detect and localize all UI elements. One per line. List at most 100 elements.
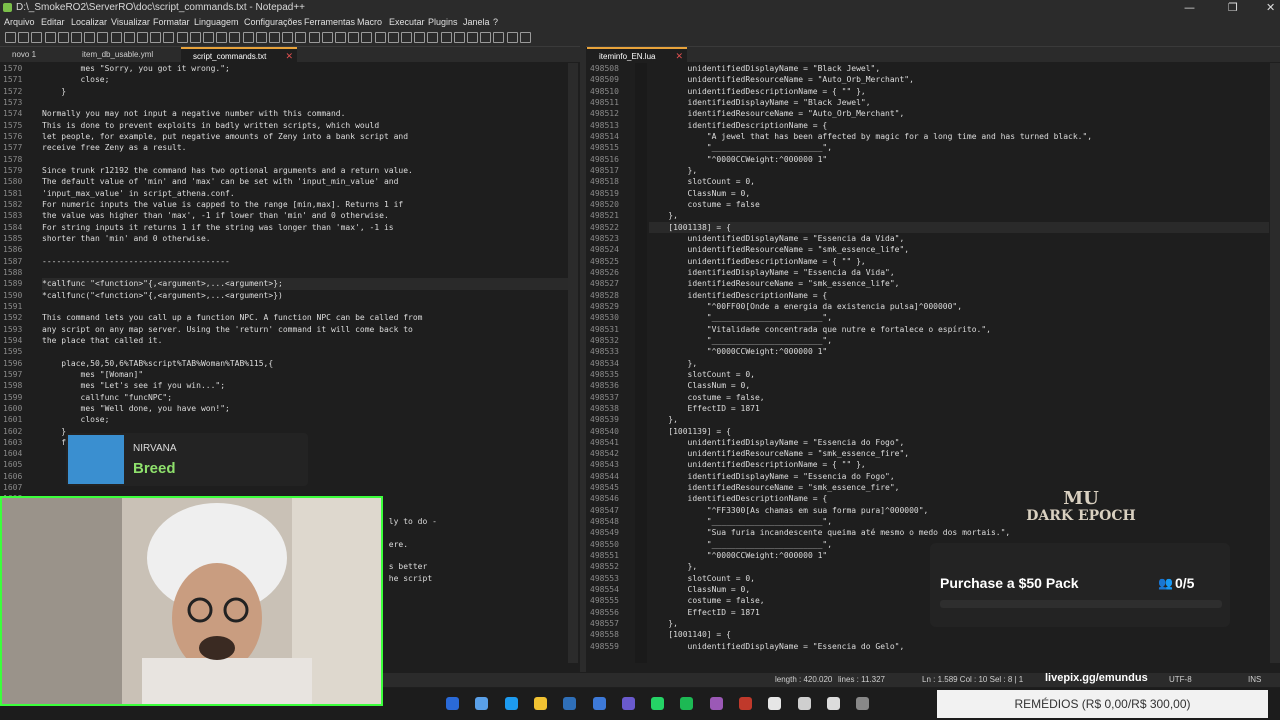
toolbar-button-icon[interactable] [163,32,175,43]
toolbar-button-icon[interactable] [203,32,214,43]
toolbar-button-icon[interactable] [519,32,531,43]
line-number: 498521 [590,211,619,221]
menu-item-3[interactable]: Visualizar [111,17,150,27]
menu-item-6[interactable]: Configurações [244,17,302,27]
line-number: 498550 [590,539,619,549]
tab-item-db-usable[interactable]: item_db_usable.yml [70,47,180,62]
menu-item-2[interactable]: Localizar [71,17,107,27]
taskbar-app-icon[interactable] [446,697,459,710]
toolbar-button-icon[interactable] [321,32,333,43]
code-line: 'input_max_value' in script_athena.conf. [42,188,235,198]
taskbar-app-icon[interactable] [651,697,665,710]
taskbar-app-icon[interactable] [826,697,840,710]
taskbar-app-icon[interactable] [856,697,870,710]
toolbar-button-icon[interactable] [269,32,280,43]
line-number: 1593 [3,324,23,334]
toolbar-button-icon[interactable] [308,32,320,43]
menu-item-9[interactable]: Executar [389,17,425,27]
taskbar-app-icon[interactable] [768,697,782,710]
menu-item-8[interactable]: Macro [357,17,382,27]
toolbar-button-icon[interactable] [374,32,386,43]
toolbar-button-icon[interactable] [427,32,439,43]
toolbar-button-icon[interactable] [31,32,43,43]
toolbar-button-icon[interactable] [57,32,69,43]
taskbar-app-icon[interactable] [504,697,518,710]
menu-item-1[interactable]: Editar [41,17,65,27]
toolbar-button-icon[interactable] [5,32,16,43]
toolbar-button-icon[interactable] [493,32,505,43]
vertical-scrollbar[interactable] [568,63,578,663]
taskbar-app-icon[interactable] [563,697,577,710]
line-number: 498549 [590,528,619,538]
taskbar-app-icon[interactable] [709,697,723,710]
toolbar-button-icon[interactable] [401,32,412,43]
toolbar-button-icon[interactable] [216,32,228,43]
split-divider[interactable] [580,46,586,672]
taskbar-app-icon[interactable] [739,697,752,710]
taskbar-app-icon[interactable] [797,697,811,710]
taskbar-app-icon[interactable] [533,697,547,710]
line-number: 498538 [590,403,619,413]
line-number: 498551 [590,551,619,561]
line-number: 498546 [590,494,619,504]
menu-item-4[interactable]: Formatar [153,17,190,27]
fold-margin[interactable] [635,63,647,663]
code-line: the place that called it. [42,335,163,345]
toolbar-button-icon[interactable] [71,32,82,43]
toolbar-button-icon[interactable] [480,32,492,43]
toolbar-button-icon[interactable] [110,32,122,43]
toolbar-button-icon[interactable] [150,32,162,43]
menu-item-10[interactable]: Plugins [428,17,458,27]
tab-iteminfo-en[interactable]: iteminfo_EN.lua ✕ [587,47,687,62]
tab-novo-1[interactable]: novo 1 [0,47,76,62]
toolbar-button-icon[interactable] [137,32,148,43]
tab-script-commands[interactable]: script_commands.txt ✕ [181,47,297,62]
menu-item-7[interactable]: Ferramentas [304,17,355,27]
toolbar-button-icon[interactable] [282,32,294,43]
line-number: 1606 [3,471,23,481]
close-button[interactable]: ✕ [1266,1,1275,14]
toolbar-button-icon[interactable] [189,32,201,43]
toolbar-button-icon[interactable] [467,32,478,43]
menu-item-0[interactable]: Arquivo [4,17,35,27]
line-number: 498509 [590,75,619,85]
line-number: 1586 [3,245,23,255]
line-number: 1599 [3,392,23,402]
toolbar-button-icon[interactable] [414,32,426,43]
toolbar-button-icon[interactable] [84,32,96,43]
taskbar-app-icon[interactable] [475,697,489,710]
vertical-scrollbar[interactable] [1270,63,1280,663]
toolbar-button-icon[interactable] [44,32,56,43]
toolbar-button-icon[interactable] [387,32,399,43]
maximize-button[interactable]: ❐ [1228,1,1238,14]
line-number: 498524 [590,245,619,255]
minimize-button[interactable]: — [1184,1,1195,14]
line-number: 498535 [590,369,619,379]
toolbar-button-icon[interactable] [97,32,109,43]
toolbar-button-icon[interactable] [453,32,465,43]
taskbar-app-icon[interactable] [592,697,606,710]
menu-item-12[interactable]: ? [493,17,498,27]
close-tab-icon[interactable]: ✕ [675,49,683,64]
toolbar-button-icon[interactable] [123,32,135,43]
code-line: This is done to prevent exploits in badl… [42,120,380,130]
toolbar-button-icon[interactable] [335,32,346,43]
toolbar-button-icon[interactable] [229,32,241,43]
toolbar-button-icon[interactable] [295,32,307,43]
toolbar-button-icon[interactable] [348,32,360,43]
close-tab-icon[interactable]: ✕ [285,49,293,64]
toolbar-button-icon[interactable] [255,32,267,43]
taskbar-app-icon[interactable] [621,697,635,710]
toolbar-button-icon[interactable] [242,32,254,43]
menu-item-5[interactable]: Linguagem [194,17,239,27]
toolbar-button-icon[interactable] [361,32,373,43]
toolbar-button-icon[interactable] [440,32,452,43]
toolbar-button-icon[interactable] [506,32,518,43]
menu-item-11[interactable]: Janela [463,17,490,27]
code-line: "Sua furia incandescente queima até mesm… [649,528,1011,538]
status-encoding: UTF-8 [1169,675,1192,684]
code-line: ClassNum = 0, [649,188,751,198]
taskbar-app-icon[interactable] [680,697,694,710]
toolbar-button-icon[interactable] [176,32,188,43]
toolbar-button-icon[interactable] [18,32,30,43]
